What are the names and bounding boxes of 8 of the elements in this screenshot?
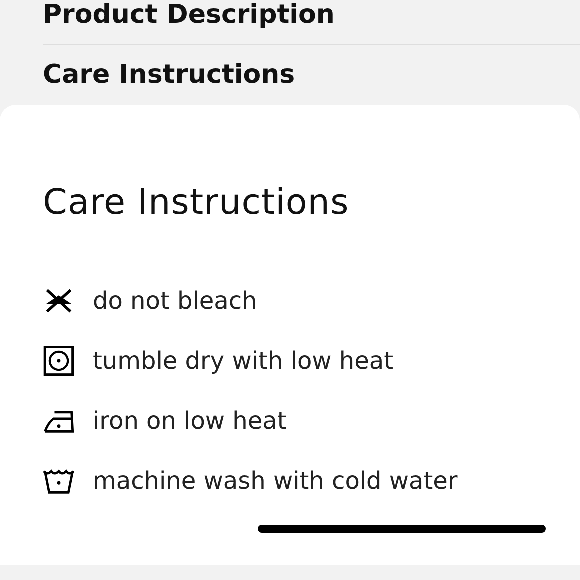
care-instruction: do not bleach: [93, 287, 258, 315]
care-instruction: tumble dry with low heat: [93, 347, 394, 375]
care-instruction: machine wash with cold water: [93, 467, 458, 495]
section-heading[interactable]: Care Instructions: [43, 45, 580, 105]
sheet-title: Care Instructions: [43, 183, 350, 223]
section-heading[interactable]: Product Description: [43, 0, 580, 45]
tumble-dry-icon: [43, 346, 75, 376]
care-instruction: iron on low heat: [93, 407, 287, 435]
